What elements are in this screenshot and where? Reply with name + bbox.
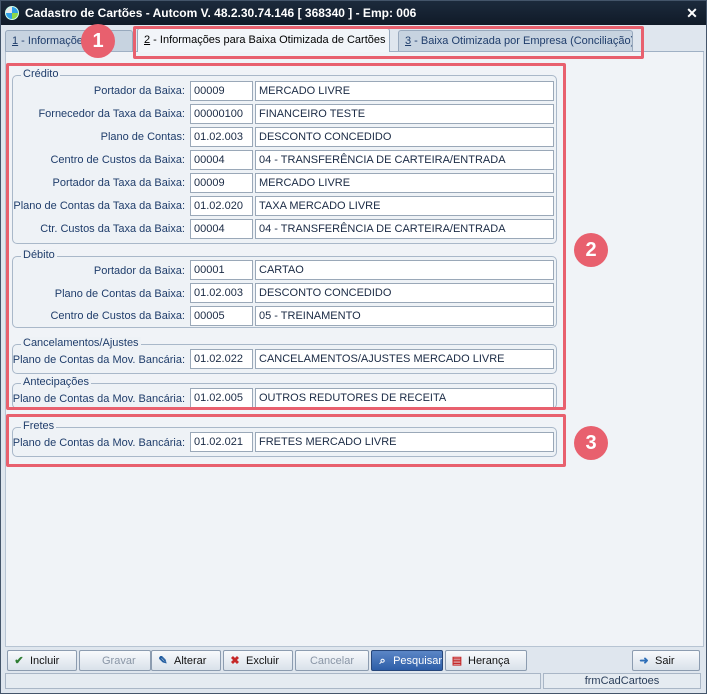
add-icon: ✔: [14, 654, 24, 667]
gravar-label: Gravar: [102, 654, 136, 667]
app-logo-icon: [5, 6, 19, 20]
cancelar-button[interactable]: Cancelar: [295, 650, 369, 671]
pesquisar-button[interactable]: ⌕ Pesquisar: [371, 650, 443, 671]
exit-icon: ➜: [639, 654, 649, 667]
annotation-badge-3: 3: [574, 426, 608, 460]
pesquisar-label: Pesquisar: [393, 654, 442, 667]
save-icon: [84, 654, 98, 668]
highlight-box-credito-debito: [6, 63, 566, 410]
cancelar-label: Cancelar: [309, 654, 355, 667]
excluir-button[interactable]: ✖ Excluir: [223, 650, 293, 671]
delete-icon: ✖: [230, 654, 240, 667]
heranca-button[interactable]: ▤ Herança: [445, 650, 527, 671]
alterar-button[interactable]: ✎ Alterar: [151, 650, 221, 671]
excluir-label: Excluir: [246, 654, 280, 667]
status-cell-main: [5, 673, 541, 689]
annotation-badge-1: 1: [81, 24, 115, 58]
heranca-label: Herança: [468, 654, 510, 667]
title-bar: Cadastro de Cartões - Autcom V. 48.2.30.…: [1, 1, 706, 25]
sair-button[interactable]: ➜ Sair: [632, 650, 700, 671]
sair-label: Sair: [655, 654, 675, 667]
edit-icon: ✎: [158, 654, 168, 667]
inheritance-icon: ▤: [451, 654, 463, 667]
annotation-badge-2: 2: [574, 233, 608, 267]
window-title: Cadastro de Cartões - Autcom V. 48.2.30.…: [25, 6, 417, 20]
highlight-box-tabs: [133, 26, 644, 59]
incluir-button[interactable]: ✔ Incluir: [7, 650, 77, 671]
alterar-label: Alterar: [174, 654, 207, 667]
search-icon: ⌕: [379, 654, 386, 667]
status-form-name: frmCadCartoes: [543, 673, 701, 689]
main-window: Cadastro de Cartões - Autcom V. 48.2.30.…: [0, 0, 707, 694]
incluir-label: Incluir: [30, 654, 60, 667]
action-toolbar: ✔ Incluir Gravar ✎ Alterar ✖ Excluir Can…: [5, 650, 704, 672]
gravar-button[interactable]: Gravar: [79, 650, 151, 671]
status-bar: frmCadCartoes: [5, 673, 704, 690]
highlight-box-fretes: [6, 414, 566, 467]
close-icon[interactable]: ✕: [682, 5, 702, 22]
